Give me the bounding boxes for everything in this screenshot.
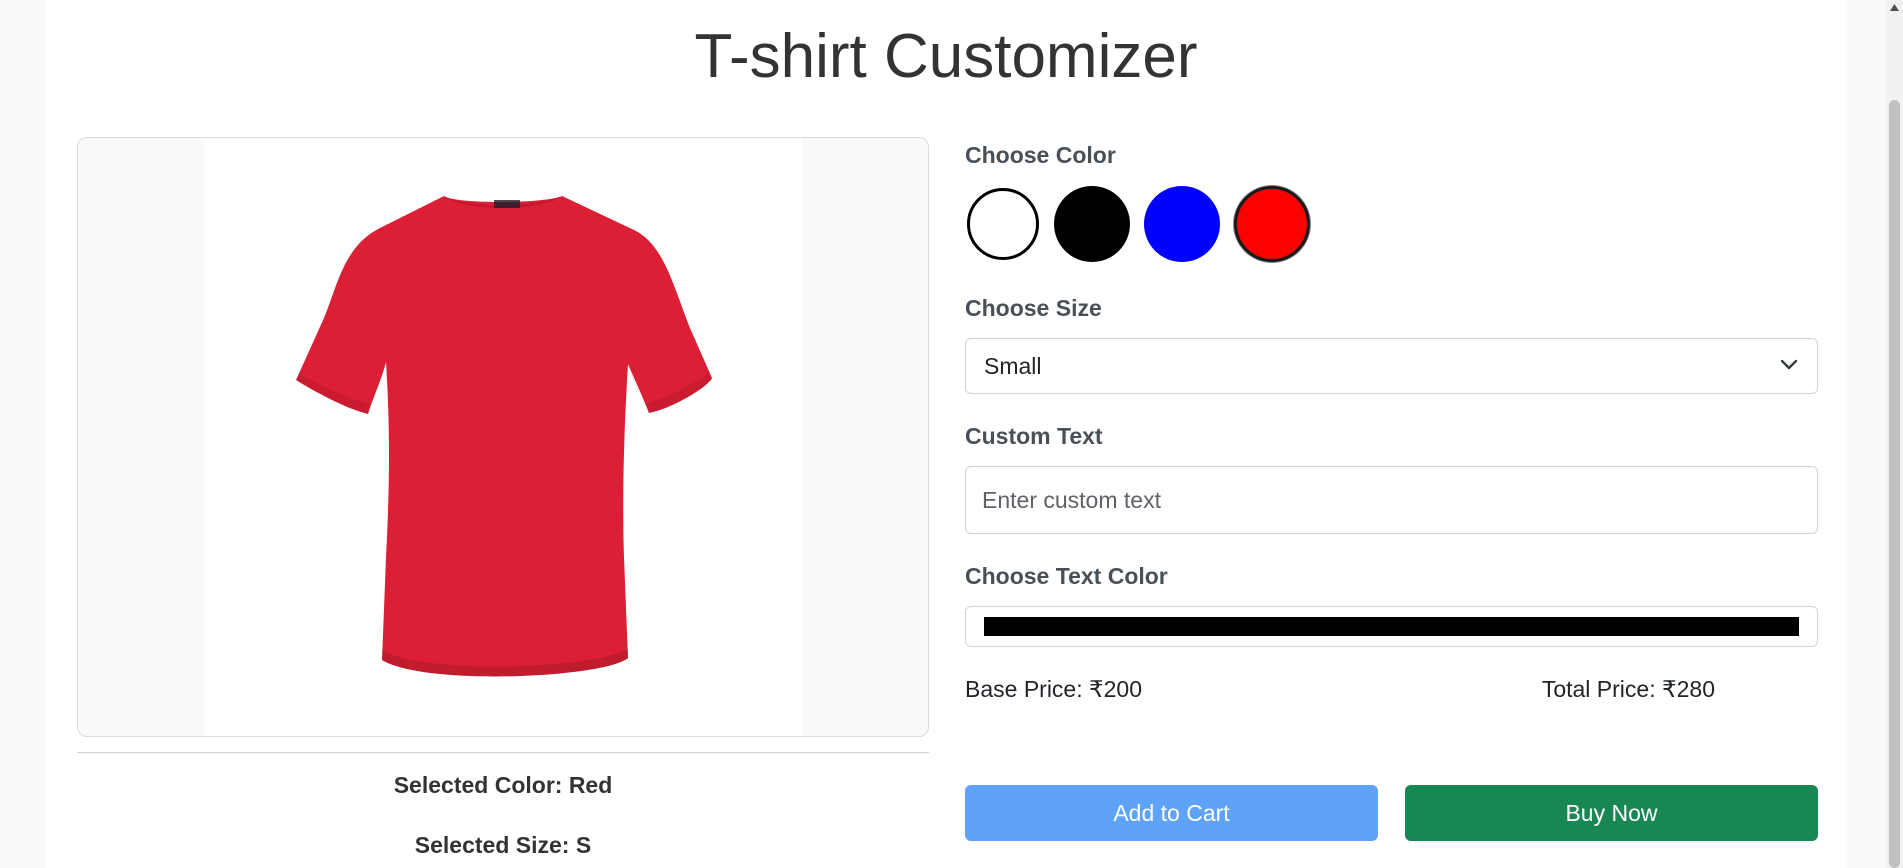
buy-now-button[interactable]: Buy Now <box>1405 785 1818 841</box>
add-to-cart-button[interactable]: Add to Cart <box>965 785 1378 841</box>
choose-size-label: Choose Size <box>965 295 1102 321</box>
page-title: T-shirt Customizer <box>694 22 1198 91</box>
color-swatch-black[interactable] <box>1054 186 1130 262</box>
selected-size-text: Selected Size: S <box>414 832 592 858</box>
color-swatch-white[interactable] <box>967 188 1039 260</box>
selected-color-text: Selected Color: Red <box>393 772 613 798</box>
chevron-down-icon <box>1780 359 1798 370</box>
choose-text-color-label: Choose Text Color <box>965 563 1168 589</box>
size-select-value: Small <box>984 353 1042 379</box>
preview-divider <box>77 752 929 753</box>
scroll-up-arrow-icon[interactable] <box>1890 4 1899 11</box>
text-color-picker[interactable] <box>965 606 1818 647</box>
tshirt-preview-card <box>77 137 929 737</box>
color-swatch-blue[interactable] <box>1144 186 1220 262</box>
color-swatch-red[interactable] <box>1234 186 1310 262</box>
custom-text-label: Custom Text <box>965 423 1103 449</box>
total-price: Total Price: ₹280 <box>1541 676 1715 702</box>
custom-text-input[interactable] <box>965 466 1818 534</box>
tshirt-image <box>296 196 712 677</box>
size-select[interactable]: Small <box>965 338 1818 394</box>
page-scrollbar[interactable] <box>1886 0 1903 868</box>
customizer-page: T-shirt Customizer Selected Color: Red S… <box>46 0 1846 868</box>
tshirt-preview-image <box>204 138 802 736</box>
scrollbar-thumb[interactable] <box>1889 100 1900 868</box>
base-price: Base Price: ₹200 <box>965 676 1143 702</box>
text-color-preview <box>984 617 1799 636</box>
choose-color-label: Choose Color <box>965 142 1116 168</box>
